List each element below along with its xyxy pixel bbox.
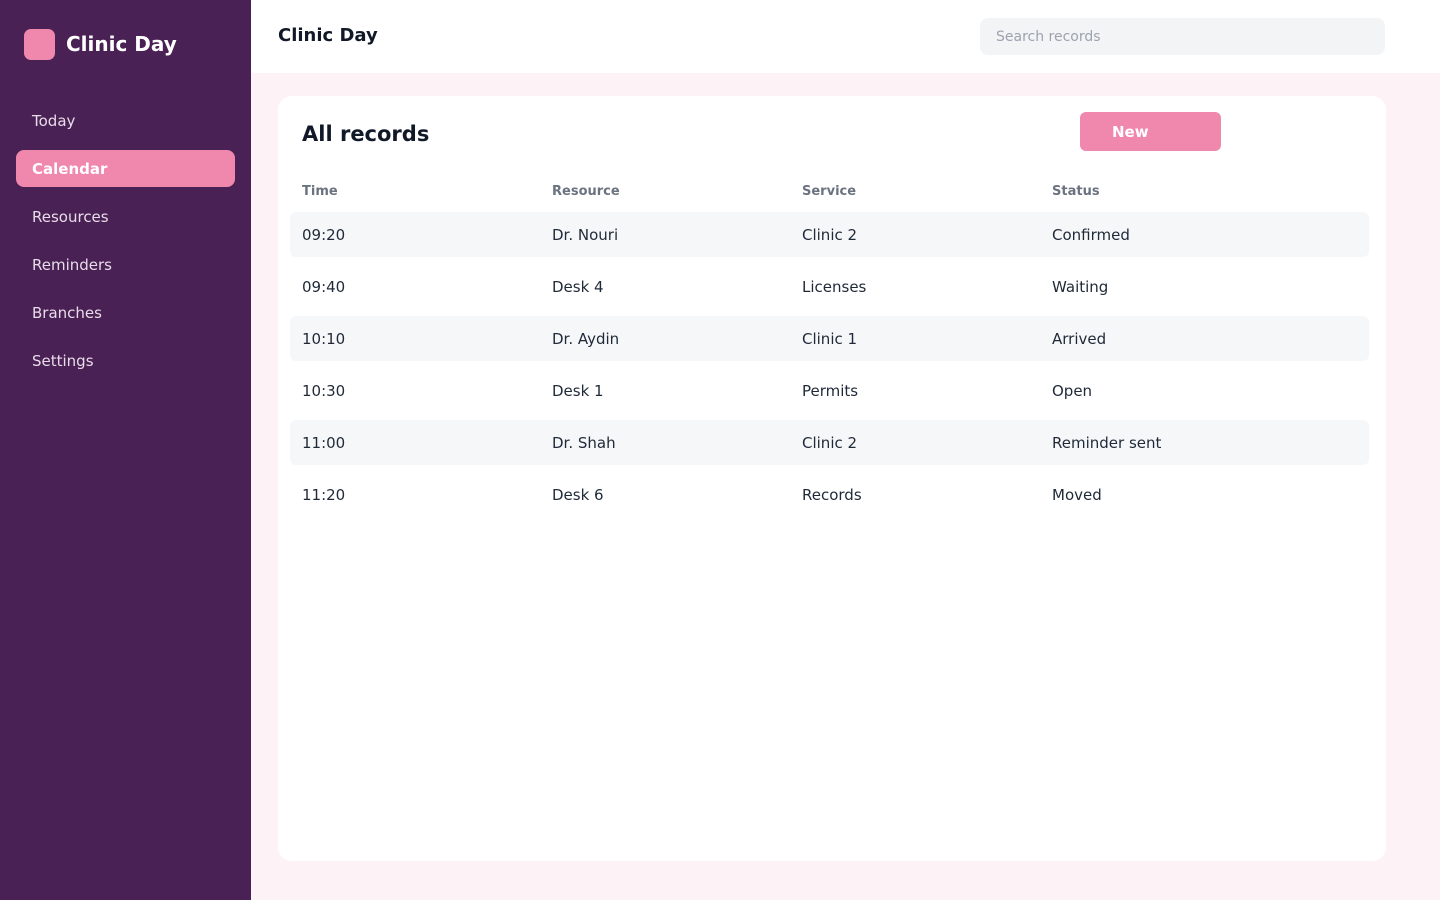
table-header: Time Resource Service Status <box>290 178 1369 204</box>
column-header-service[interactable]: Service <box>790 184 1040 199</box>
cell-service: Records <box>802 485 862 504</box>
brand-name: Clinic Day <box>66 32 177 56</box>
sidebar-item-label: Calendar <box>32 159 108 178</box>
records-table: Time Resource Service Status 09:20 Dr. N… <box>290 178 1369 517</box>
section-title: All records <box>302 122 430 146</box>
cell-status: Reminder sent <box>1052 433 1162 452</box>
cell-status: Waiting <box>1052 277 1109 296</box>
cell-status: Moved <box>1052 485 1102 504</box>
table-row[interactable]: 09:40 Desk 4 Licenses Waiting <box>290 264 1369 309</box>
cell-time: 09:40 <box>302 277 346 296</box>
sidebar-item-settings[interactable]: Settings <box>16 342 235 379</box>
cell-service: Clinic 2 <box>802 433 858 452</box>
table-row[interactable]: 09:20 Dr. Nouri Clinic 2 Confirmed <box>290 212 1369 257</box>
table-row[interactable]: 11:20 Desk 6 Records Moved <box>290 472 1369 517</box>
cell-resource: Dr. Nouri <box>552 225 619 244</box>
sidebar-item-label: Resources <box>32 207 109 226</box>
cell-time: 10:10 <box>302 329 346 348</box>
cell-service: Licenses <box>802 277 867 296</box>
search-input[interactable] <box>980 18 1385 55</box>
table-row[interactable]: 10:10 Dr. Aydin Clinic 1 Arrived <box>290 316 1369 361</box>
column-header-time[interactable]: Time <box>290 184 540 199</box>
cell-service: Clinic 2 <box>802 225 858 244</box>
table-row[interactable]: 10:30 Desk 1 Permits Open <box>290 368 1369 413</box>
cell-resource: Desk 4 <box>552 277 604 296</box>
sidebar-item-label: Settings <box>32 351 94 370</box>
cell-time: 09:20 <box>302 225 346 244</box>
topbar: Clinic Day <box>251 0 1440 73</box>
records-card: All records New Time Resource Service St… <box>278 96 1386 861</box>
logo-icon <box>24 28 55 60</box>
sidebar-item-reminders[interactable]: Reminders <box>16 246 235 283</box>
sidebar-item-branches[interactable]: Branches <box>16 294 235 331</box>
cell-resource: Desk 6 <box>552 485 604 504</box>
cell-status: Confirmed <box>1052 225 1130 244</box>
sidebar: Clinic Day Today Calendar Resources Remi… <box>0 0 251 900</box>
sidebar-item-today[interactable]: Today <box>16 102 235 139</box>
table-row[interactable]: 11:00 Dr. Shah Clinic 2 Reminder sent <box>290 420 1369 465</box>
cell-status: Open <box>1052 381 1093 400</box>
page-title: Clinic Day <box>278 25 378 46</box>
sidebar-item-label: Branches <box>32 303 102 322</box>
cell-service: Clinic 1 <box>802 329 858 348</box>
cell-resource: Dr. Shah <box>552 433 616 452</box>
sidebar-item-calendar[interactable]: Calendar <box>16 150 235 187</box>
cell-service: Permits <box>802 381 859 400</box>
cell-resource: Desk 1 <box>552 381 604 400</box>
column-header-resource[interactable]: Resource <box>540 184 790 199</box>
cell-time: 10:30 <box>302 381 346 400</box>
brand[interactable]: Clinic Day <box>24 28 177 60</box>
sidebar-item-label: Today <box>32 111 76 130</box>
column-header-status[interactable]: Status <box>1040 184 1290 199</box>
cell-time: 11:20 <box>302 485 346 504</box>
new-button[interactable]: New <box>1080 112 1221 151</box>
cell-time: 11:00 <box>302 433 346 452</box>
sidebar-item-label: Reminders <box>32 255 112 274</box>
cell-resource: Dr. Aydin <box>552 329 620 348</box>
sidebar-nav: Today Calendar Resources Reminders Branc… <box>16 102 235 390</box>
cell-status: Arrived <box>1052 329 1107 348</box>
sidebar-item-resources[interactable]: Resources <box>16 198 235 235</box>
